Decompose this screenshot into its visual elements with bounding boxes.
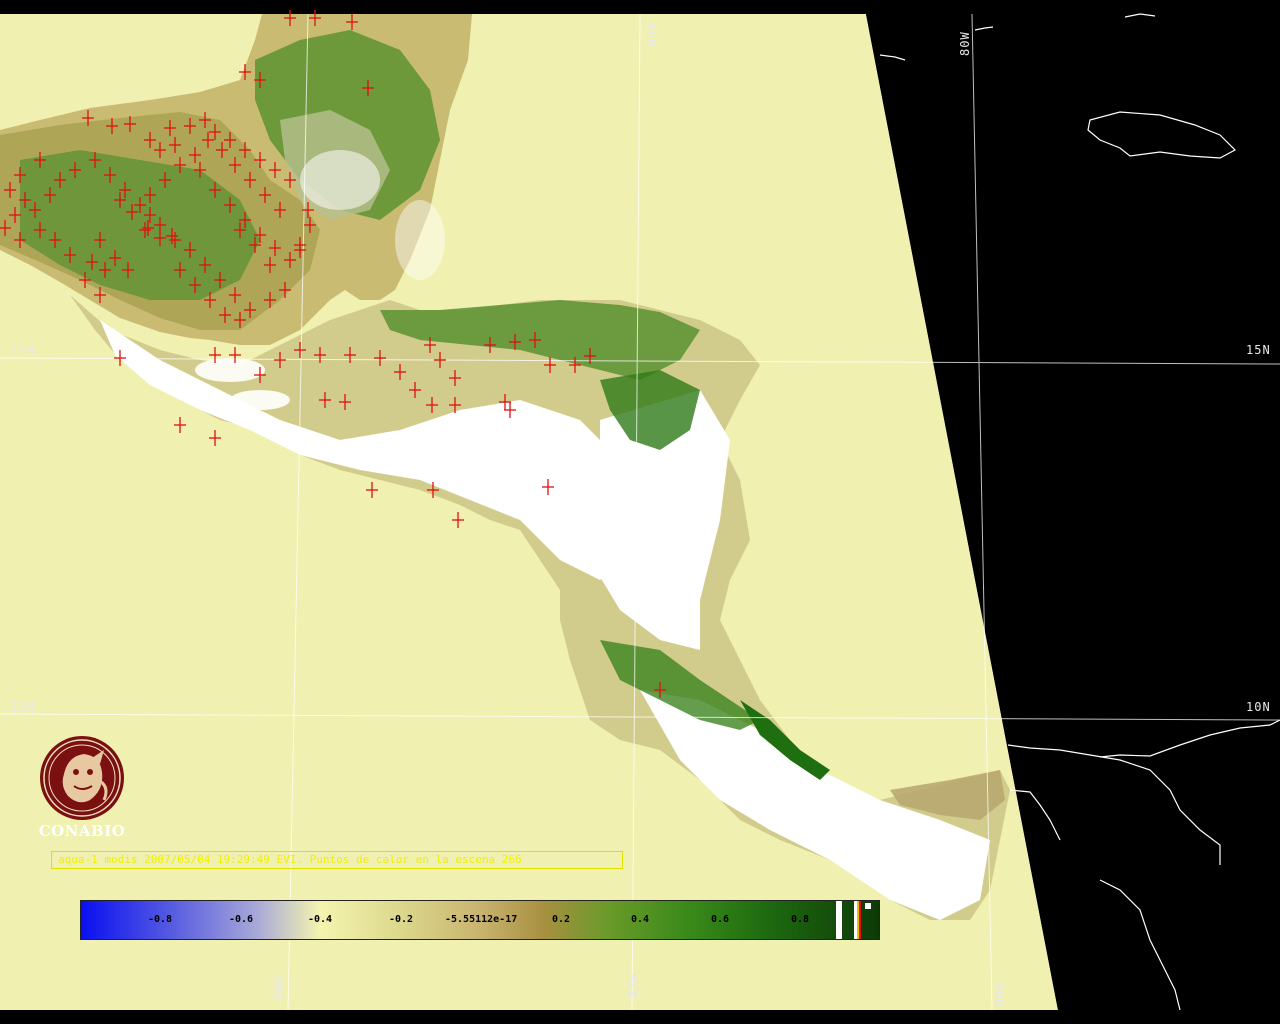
colorbar-tick: -0.6 — [229, 914, 254, 925]
lat-label-10n-left: 10N — [10, 700, 35, 714]
lon-label-85w-bottom: 85W — [626, 973, 640, 998]
conabio-logo: CONABIO — [34, 734, 130, 844]
scene-caption: aqua-1 modis 2007/05/04 19:29:49 EVI. Pu… — [51, 851, 623, 869]
evi-map-canvas — [0, 0, 1280, 1024]
lon-label-80w-bottom: 80W — [993, 981, 1007, 1006]
colorbar-marker-small — [865, 903, 871, 909]
lat-label-15n-right: 15N — [1246, 343, 1271, 357]
colorbar-tick: 0.8 — [791, 914, 810, 925]
colorbar-tick: -0.8 — [148, 914, 173, 925]
colorbar-tick: 0.2 — [552, 914, 571, 925]
lon-label-90w-bottom: 90W — [272, 975, 286, 1000]
lon-label-80w-top: 80W — [958, 31, 972, 56]
evi-colorbar: -0.8 -0.6 -0.4 -0.2 -5.55112e-17 0.2 0.4… — [80, 900, 880, 940]
caption-text: aqua-1 modis 2007/05/04 19:29:49 EVI. Pu… — [58, 853, 522, 866]
lon-label-85w-top: 85W — [645, 21, 659, 46]
colorbar-tick: 0.4 — [631, 914, 650, 925]
colorbar-cloud-swatch — [836, 901, 842, 939]
colorbar-tick: 0.6 — [711, 914, 730, 925]
map-viewport: 85W 80W 90W 85W 80W 15N 15N 10N 10N CONA… — [0, 0, 1280, 1024]
conabio-emblem-icon — [40, 736, 124, 820]
colorbar-tick: -0.2 — [389, 914, 414, 925]
colorbar-marker-red — [859, 901, 861, 939]
conabio-wordmark: CONABIO — [38, 822, 126, 840]
lat-label-10n-right: 10N — [1246, 700, 1271, 714]
lat-label-15n-left: 15N — [10, 343, 35, 357]
colorbar-tick: -5.55112e-17 — [445, 914, 518, 925]
colorbar-tick: -0.4 — [308, 914, 333, 925]
